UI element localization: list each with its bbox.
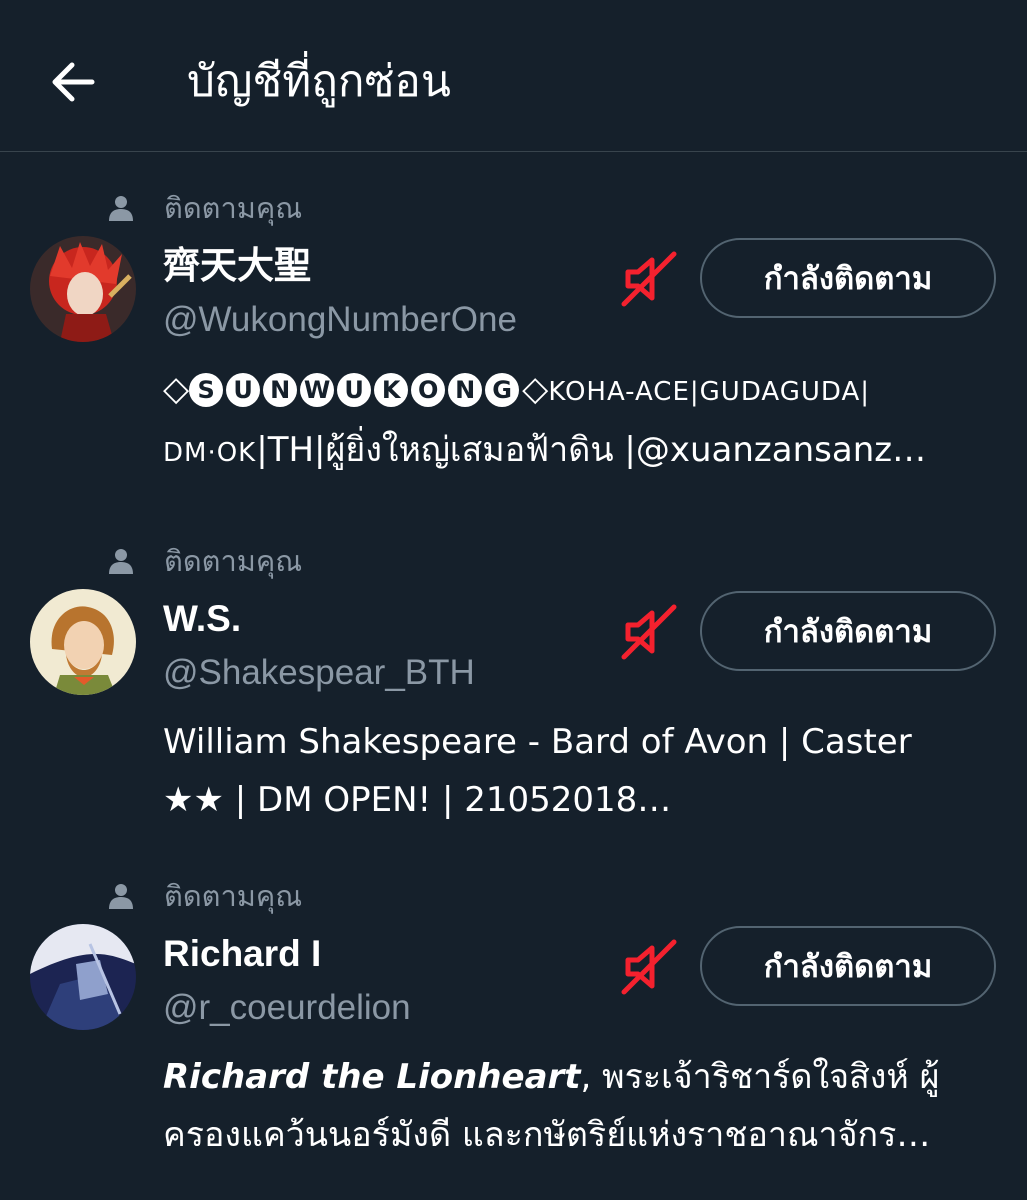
avatar[interactable] — [30, 924, 136, 1030]
follows-you-label: ติดตามคุณ — [164, 544, 303, 578]
display-name[interactable]: Richard I — [163, 930, 321, 978]
follows-you-row: ติดตามคุณ — [108, 188, 302, 228]
bio: ◇ S U N W U K O N G ◇KOHA-ACE|GUDAGUDA| DM·OK|TH|ผ… — [163, 360, 993, 482]
circled-letter: U — [337, 373, 372, 407]
bio: Richard the Lionheart, พระเจ้าริชาร์ดใจส… — [163, 1048, 993, 1164]
back-button[interactable] — [44, 52, 104, 112]
person-icon — [109, 549, 133, 574]
circled-letter: U — [226, 373, 261, 407]
username-handle: @r_coeurdelion — [163, 988, 411, 1027]
following-button[interactable]: กำลังติดตาม — [700, 238, 996, 318]
bio-line: William Shakespeare - Bard of Avon | Cas… — [163, 722, 912, 762]
follows-you-row: ติดตามคุณ — [108, 541, 302, 581]
circled-letter: G — [485, 373, 520, 407]
account-list-item[interactable]: ติดตามคุณ Richard I @r_coeurdelion กำลัง… — [0, 840, 1027, 1180]
arrow-left-icon — [52, 62, 95, 102]
bio-line: ★★ | DM OPEN! | 21052018… — [163, 780, 672, 820]
follows-you-label: ติดตามคุณ — [164, 879, 303, 913]
circled-letter: S — [189, 373, 224, 407]
circled-letter: N — [263, 373, 298, 407]
person-icon — [109, 884, 133, 909]
bio-text: DM·OK — [163, 438, 257, 468]
display-name[interactable]: 齊天大聖 — [163, 242, 311, 290]
bio-symbol: ◇ — [522, 369, 549, 409]
circled-letter: K — [374, 373, 409, 407]
circled-letters: SUNWUKONG — [189, 369, 522, 409]
bio-line: ◇ S U N W U K O N G ◇KOHA-ACE|GUDAGUDA| — [163, 360, 993, 421]
username-handle: @Shakespear_BTH — [163, 653, 475, 692]
following-button[interactable]: กำลังติดตาม — [700, 926, 996, 1006]
bio-text: KOHA-ACE|GUDAGUDA| — [548, 377, 871, 407]
username-handle: @WukongNumberOne — [163, 300, 517, 339]
avatar[interactable] — [30, 236, 136, 342]
account-list-item[interactable]: ติดตามคุณ W.S. @Shakespear_BTH กำลังติดต… — [0, 505, 1027, 845]
speaker-muted-icon[interactable] — [620, 603, 678, 661]
follows-you-row: ติดตามคุณ — [108, 876, 302, 916]
bio-emphasis: Richard the Lionheart — [163, 1057, 581, 1097]
speaker-muted-icon[interactable] — [620, 250, 678, 308]
bio-text: , พระเจ้าริชาร์ดใจสิงห์ ผู้ — [580, 1057, 940, 1097]
top-bar: บัญชีที่ถูกซ่อน — [0, 0, 1027, 152]
display-name[interactable]: W.S. — [163, 595, 241, 643]
account-list-item[interactable]: ติดตามคุณ 齊天大聖 @WukongNumberOne กำลังติด… — [0, 152, 1027, 492]
bio: William Shakespeare - Bard of Avon | Cas… — [163, 713, 993, 829]
page-title: บัญชีที่ถูกซ่อน — [187, 56, 451, 107]
following-button[interactable]: กำลังติดตาม — [700, 591, 996, 671]
circled-letter: N — [448, 373, 483, 407]
bio-line: ครองแคว้นนอร์มังดี และกษัตริย์แห่งราชอาณ… — [163, 1115, 931, 1155]
circled-letter: W — [300, 373, 335, 407]
person-icon — [109, 196, 133, 221]
speaker-muted-icon[interactable] — [620, 938, 678, 996]
bio-symbol: ◇ — [163, 369, 190, 409]
bio-line: DM·OK|TH|ผู้ยิ่งใหญ่เสมอฟ้าดิน |@xuanzan… — [163, 421, 993, 482]
follows-you-label: ติดตามคุณ — [164, 191, 303, 225]
avatar[interactable] — [30, 589, 136, 695]
circled-letter: O — [411, 373, 446, 407]
bio-line: Richard the Lionheart, พระเจ้าริชาร์ดใจส… — [163, 1048, 993, 1106]
bio-text: |TH|ผู้ยิ่งใหญ่เสมอฟ้าดิน |@xuanzansanz… — [256, 430, 927, 470]
